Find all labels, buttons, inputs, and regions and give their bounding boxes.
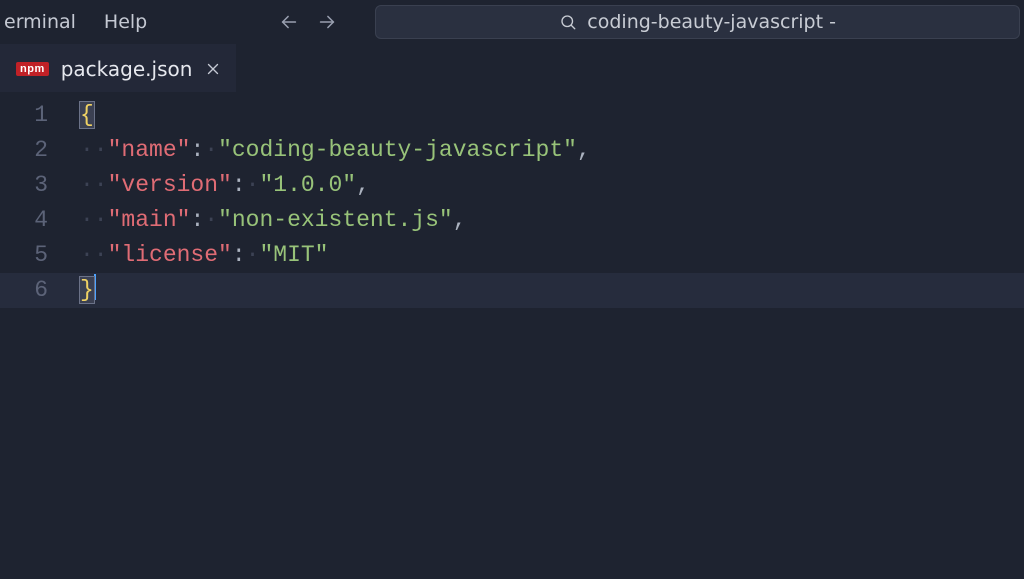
comma: , [453, 207, 467, 233]
line-number: 2 [0, 133, 80, 168]
colon: : [190, 207, 204, 233]
line-number: 5 [0, 238, 80, 273]
whitespace: · [204, 207, 218, 233]
tab-package-json[interactable]: npm package.json [0, 44, 236, 92]
colon: : [232, 242, 246, 268]
code-line[interactable]: 1 { [0, 98, 1024, 133]
tab-bar: npm package.json [0, 44, 1024, 92]
search-icon [559, 13, 577, 31]
arrow-left-icon [278, 11, 300, 33]
line-number: 4 [0, 203, 80, 238]
colon: : [190, 137, 204, 163]
whitespace: ·· [80, 137, 108, 163]
brace-open: { [80, 102, 94, 128]
nav-back-button[interactable] [275, 8, 303, 36]
brace-close: } [80, 277, 94, 303]
json-key: "version" [108, 172, 232, 198]
npm-icon: npm [16, 62, 49, 76]
whitespace: · [246, 172, 260, 198]
search-text: coding-beauty-javascript - [587, 11, 836, 33]
line-number: 6 [0, 273, 80, 308]
code-editor[interactable]: 1 { 2 ··"name":·"coding-beauty-javascrip… [0, 92, 1024, 308]
whitespace: · [246, 242, 260, 268]
nav-arrows [275, 8, 341, 36]
code-line-current[interactable]: 6 } [0, 273, 1024, 308]
whitespace: · [204, 137, 218, 163]
comma: , [577, 137, 591, 163]
comma: , [356, 172, 370, 198]
whitespace: ·· [80, 172, 108, 198]
text-cursor [94, 274, 96, 300]
json-string: "coding-beauty-javascript" [218, 137, 577, 163]
line-number: 3 [0, 168, 80, 203]
json-string: "non-existent.js" [218, 207, 453, 233]
json-string: "MIT" [259, 242, 328, 268]
arrow-right-icon [316, 11, 338, 33]
menu-terminal[interactable]: erminal [4, 7, 88, 37]
whitespace: ·· [80, 207, 108, 233]
tab-close-button[interactable] [204, 60, 222, 78]
close-icon [204, 60, 222, 78]
code-line[interactable]: 2 ··"name":·"coding-beauty-javascript", [0, 133, 1024, 168]
code-line[interactable]: 3 ··"version":·"1.0.0", [0, 168, 1024, 203]
json-key: "main" [108, 207, 191, 233]
code-line[interactable]: 4 ··"main":·"non-existent.js", [0, 203, 1024, 238]
code-line[interactable]: 5 ··"license":·"MIT" [0, 238, 1024, 273]
nav-forward-button[interactable] [313, 8, 341, 36]
whitespace: ·· [80, 242, 108, 268]
json-key: "name" [108, 137, 191, 163]
menu-bar: erminal Help coding-beauty-javascript - [0, 0, 1024, 44]
menu-help[interactable]: Help [92, 7, 159, 37]
json-string: "1.0.0" [259, 172, 356, 198]
command-center-search[interactable]: coding-beauty-javascript - [375, 5, 1020, 39]
line-number: 1 [0, 98, 80, 133]
tab-title: package.json [61, 57, 193, 81]
json-key: "license" [108, 242, 232, 268]
colon: : [232, 172, 246, 198]
